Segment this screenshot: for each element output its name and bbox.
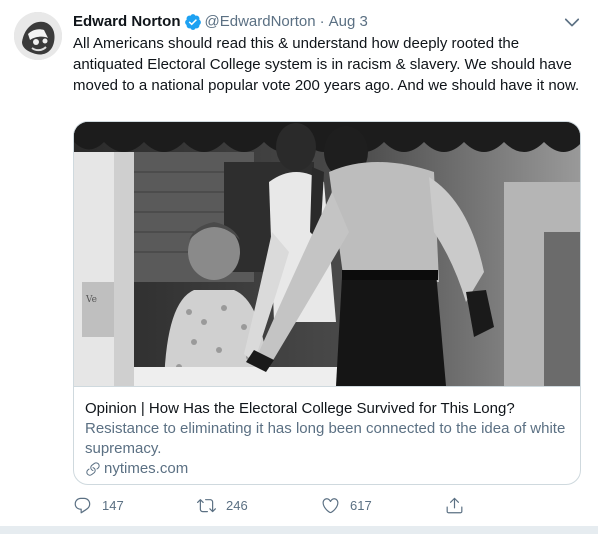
reply-button[interactable]: 147	[73, 496, 124, 515]
link-icon	[86, 462, 100, 476]
card-image[interactable]: Ve	[74, 122, 581, 386]
retweet-count: 246	[226, 498, 248, 513]
author-handle[interactable]: @EdwardNorton	[205, 12, 316, 32]
reply-icon	[74, 497, 91, 514]
tweet-header: Edward Norton @EdwardNorton · Aug 3	[73, 12, 582, 32]
link-card[interactable]: Ve Opinion | How Has the Electoral Colle…	[73, 121, 581, 485]
like-button[interactable]: 617	[321, 496, 372, 515]
card-domain: nytimes.com	[85, 459, 188, 479]
tweet-date[interactable]: Aug 3	[329, 12, 368, 32]
reply-count: 147	[102, 498, 124, 513]
share-icon	[446, 497, 463, 514]
card-description: Resistance to eliminating it has long be…	[85, 420, 566, 457]
chevron-down-icon[interactable]	[562, 12, 582, 32]
card-title[interactable]: Opinion | How Has the Electoral College …	[85, 399, 575, 419]
card-domain-text: nytimes.com	[104, 460, 189, 477]
author-name[interactable]: Edward Norton	[73, 12, 181, 32]
verified-badge-icon	[184, 14, 201, 30]
tweet-text: All Americans should read this & underst…	[73, 35, 580, 94]
retweet-button[interactable]: 246	[197, 496, 248, 515]
separator-dot: ·	[319, 13, 325, 30]
like-count: 617	[350, 498, 372, 513]
share-button[interactable]	[445, 496, 474, 515]
tweet[interactable]: Edward Norton @EdwardNorton · Aug 3 All …	[0, 0, 598, 526]
svg-text:Ve: Ve	[85, 295, 97, 305]
card-divider	[74, 386, 580, 387]
timeline-separator	[0, 526, 598, 534]
avatar[interactable]	[14, 12, 62, 60]
heart-icon	[322, 498, 339, 514]
retweet-icon	[197, 499, 216, 513]
avatar-image	[14, 12, 62, 60]
tweet-actions: 147 246 617	[73, 496, 493, 518]
